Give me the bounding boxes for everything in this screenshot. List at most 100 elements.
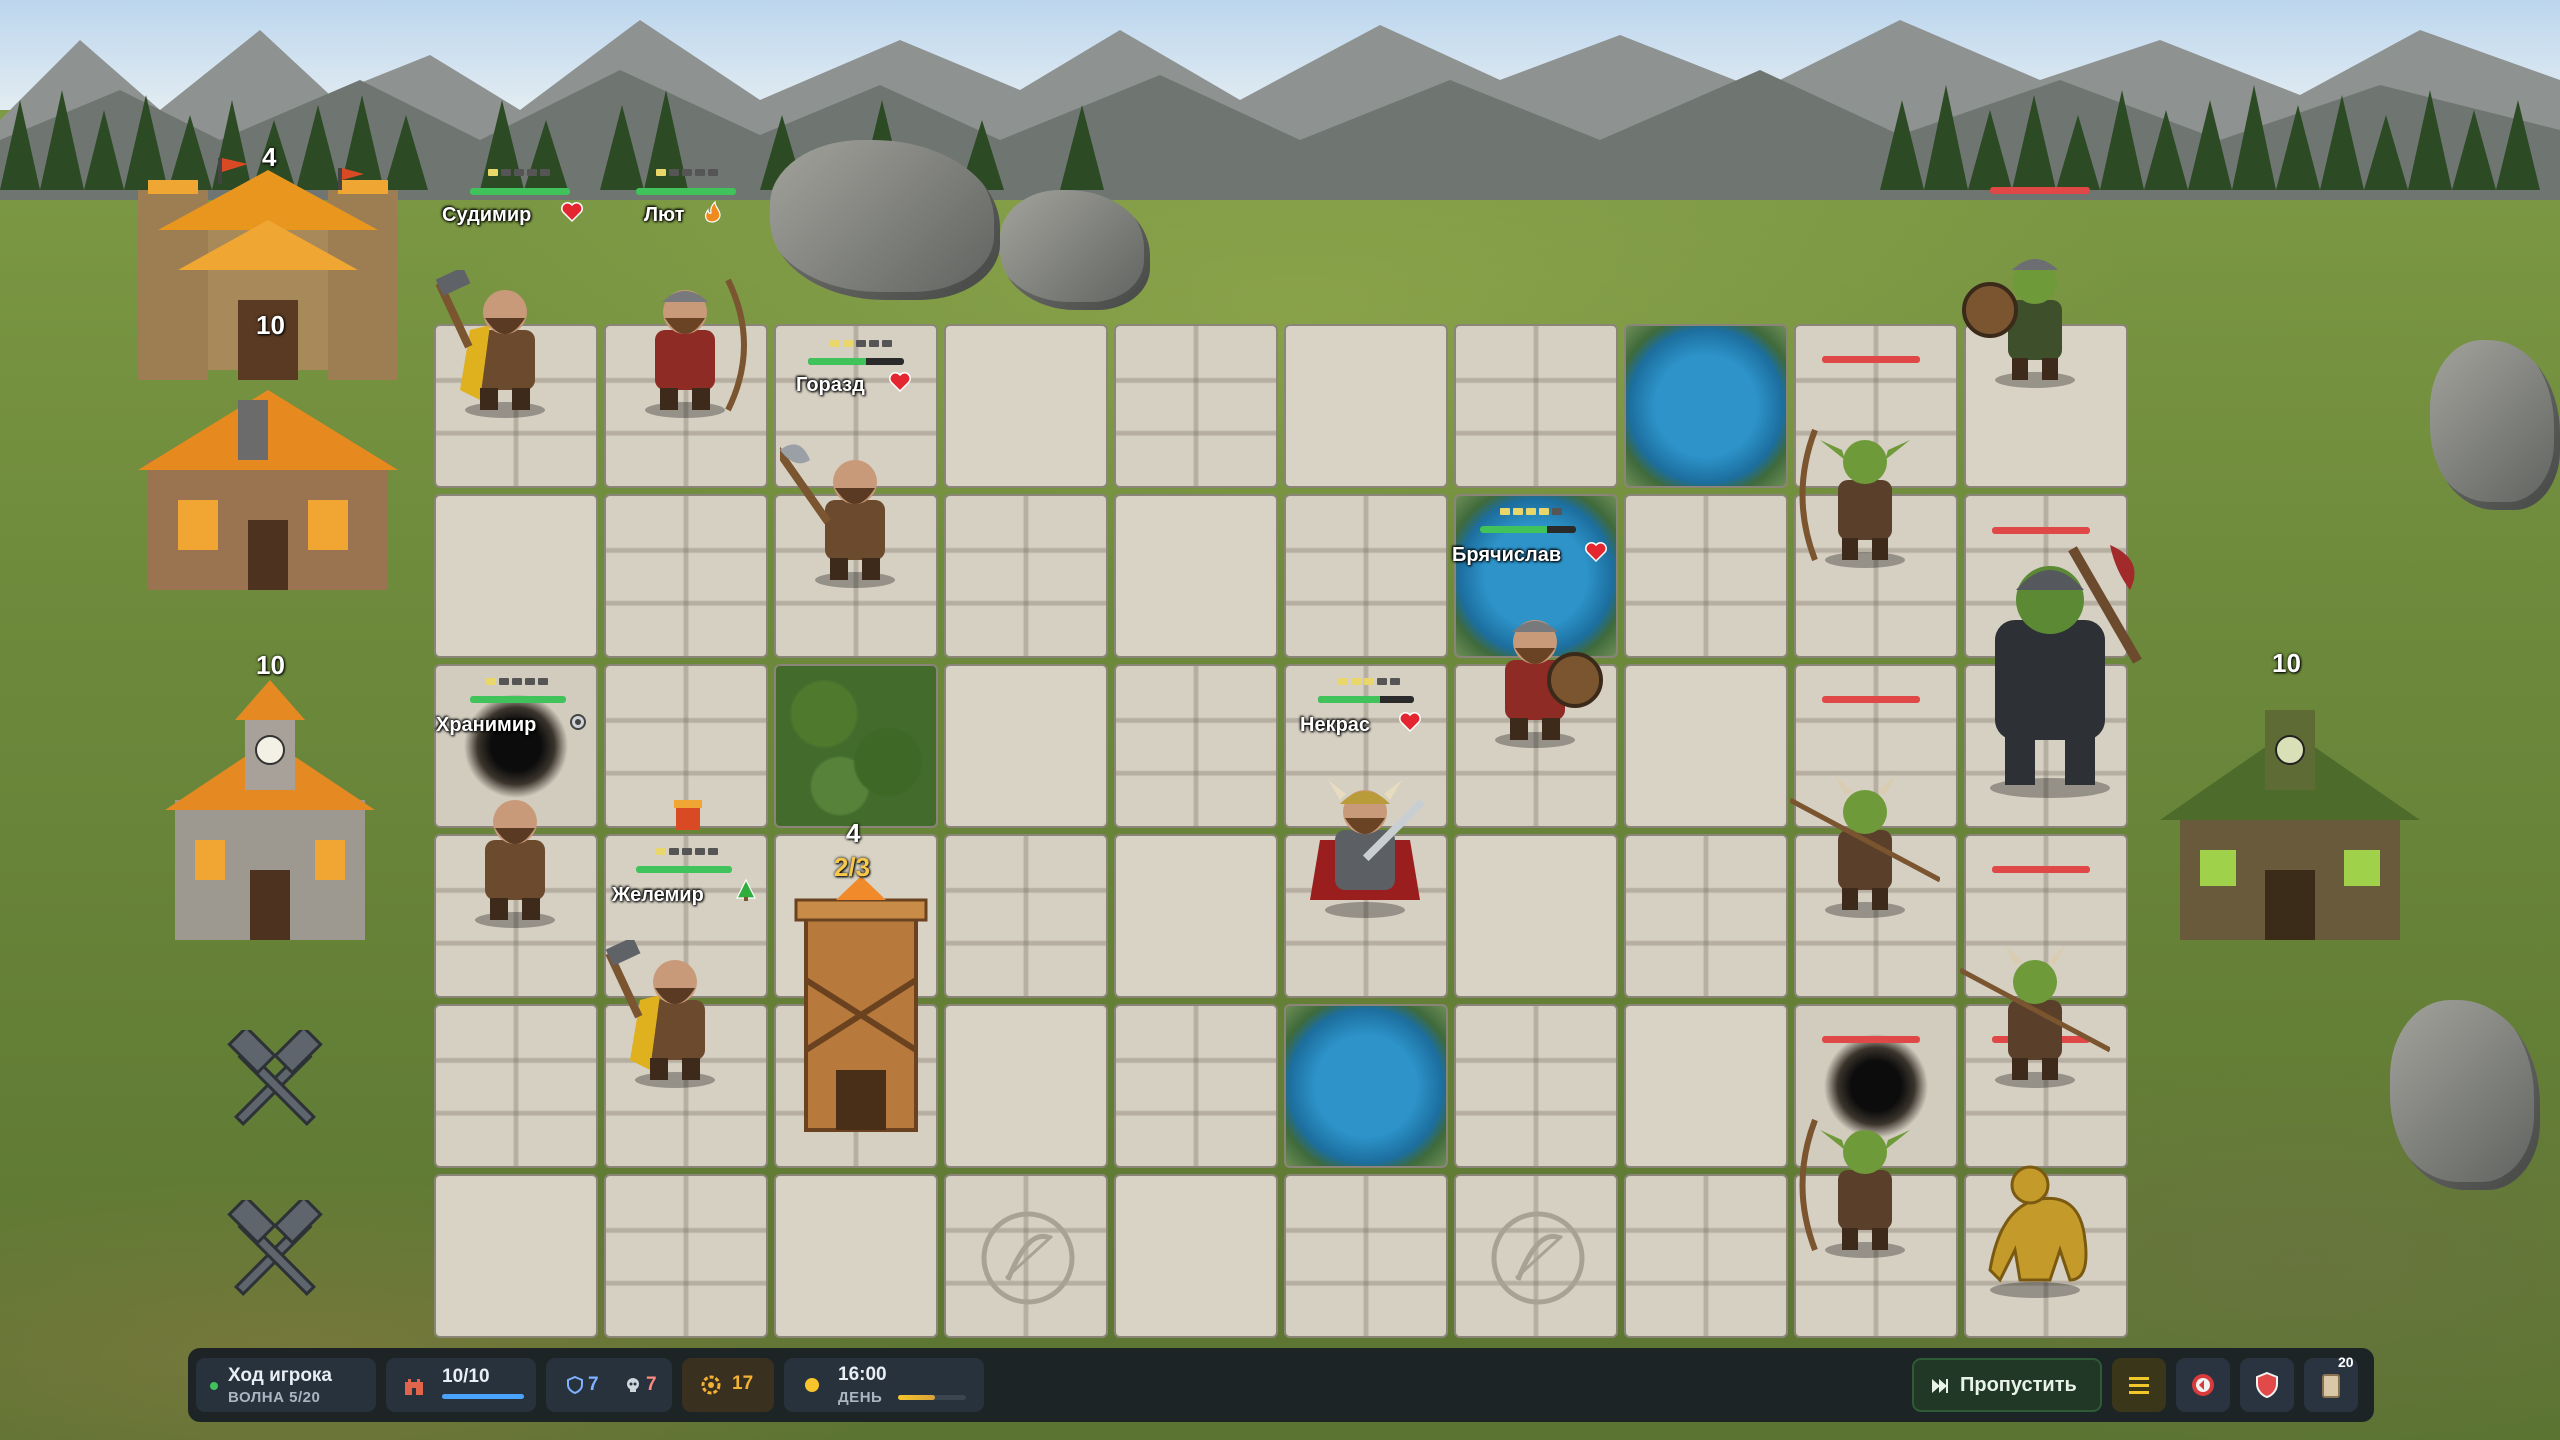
board-tile[interactable] <box>1114 664 1278 828</box>
board-tile[interactable] <box>944 834 1108 998</box>
goblin-archer-figure[interactable] <box>1790 1110 1940 1260</box>
dwarf-archer-figure <box>645 278 747 418</box>
action-pips <box>656 169 718 176</box>
forest-tile[interactable] <box>774 664 938 828</box>
surrender-button[interactable] <box>2176 1358 2230 1412</box>
water-tile[interactable] <box>1284 1004 1448 1168</box>
enemy-hut[interactable] <box>2140 690 2440 960</box>
action-pips <box>1338 678 1400 685</box>
board-tile[interactable] <box>944 1004 1108 1168</box>
enemy-hut-level: 10 <box>2272 648 2301 678</box>
bow-emblem-tile[interactable] <box>944 1174 1108 1338</box>
army-chip: 7 7 <box>546 1358 672 1412</box>
hp-bar <box>636 866 732 873</box>
action-pips <box>1500 508 1562 515</box>
gear-icon <box>570 714 586 730</box>
hp-bar <box>470 188 570 195</box>
water-tile[interactable] <box>1624 324 1788 488</box>
board-tile[interactable] <box>434 1004 598 1168</box>
enemy-hp-bar <box>1822 1036 1920 1043</box>
board-tile[interactable] <box>1114 834 1278 998</box>
board-tile[interactable] <box>604 494 768 658</box>
board-tile[interactable] <box>1454 1004 1618 1168</box>
menu-icon <box>2129 1377 2149 1394</box>
menu-button[interactable] <box>2112 1358 2166 1412</box>
unit-name: Некрас <box>1300 714 1371 736</box>
board-tile[interactable] <box>1284 324 1448 488</box>
board-tile[interactable] <box>1454 324 1618 488</box>
castle-icon <box>405 1379 423 1395</box>
board-tile[interactable] <box>1624 664 1788 828</box>
player-workshop[interactable] <box>118 360 418 610</box>
board-tile[interactable] <box>1454 834 1618 998</box>
action-pips <box>488 169 550 176</box>
wave-counter: ВОЛНА 5/20 <box>228 1389 321 1406</box>
day-progress-fill <box>898 1395 936 1400</box>
orc-brute-figure[interactable] <box>1950 540 2150 800</box>
build-marker-icon[interactable] <box>668 794 708 834</box>
cards-button[interactable]: 20 <box>2304 1354 2358 1412</box>
board-tile[interactable] <box>1284 1174 1448 1338</box>
unit-name: Брячислав <box>1452 544 1562 566</box>
action-pips <box>830 340 892 347</box>
surrender-icon <box>2192 1374 2214 1396</box>
bow-emblem-icon <box>1491 1211 1585 1305</box>
cards-count: 20 <box>2338 1354 2354 1370</box>
board-tile[interactable] <box>1114 1174 1278 1338</box>
goblin-archer-figure[interactable] <box>1790 420 1940 570</box>
board-tile[interactable] <box>434 494 598 658</box>
day-phase: ДЕНЬ <box>838 1389 883 1406</box>
population-count: 10/10 <box>442 1366 490 1387</box>
board-tile[interactable] <box>1624 1004 1788 1168</box>
board-tile[interactable] <box>944 324 1108 488</box>
watch-tower[interactable] <box>776 870 946 1140</box>
board-tile[interactable] <box>1114 324 1278 488</box>
board-tile[interactable] <box>944 494 1108 658</box>
crossed-hammers-icon[interactable] <box>220 1200 330 1310</box>
goblin-shield-figure[interactable] <box>1960 240 2110 390</box>
heart-icon <box>1399 712 1421 733</box>
dwarf-swordsman-figure <box>1310 780 1426 918</box>
board-tile[interactable] <box>1284 494 1448 658</box>
gold-chip: 17 <box>682 1358 774 1412</box>
defense-button[interactable] <box>2240 1358 2294 1412</box>
turn-title: Ход игрока <box>228 1365 332 1386</box>
fire-icon <box>705 200 721 223</box>
enemy-hp-bar <box>1992 866 2090 873</box>
unit-name: Судимир <box>442 204 532 226</box>
castle-level: 4 <box>262 142 277 172</box>
skip-label: Пропустить <box>1960 1374 2077 1396</box>
time-of-day: 16:00 <box>838 1364 887 1385</box>
ghoul-figure[interactable] <box>1960 1150 2110 1300</box>
board-tile[interactable] <box>1624 494 1788 658</box>
tower-level: 4 <box>846 818 861 848</box>
board-tile[interactable] <box>774 1174 938 1338</box>
bow-emblem-tile[interactable] <box>1454 1174 1618 1338</box>
board-tile[interactable] <box>1114 1004 1278 1168</box>
turn-indicator-dot <box>210 1382 218 1390</box>
enemy-hp-bar <box>1822 356 1920 363</box>
board-tile[interactable] <box>434 1174 598 1338</box>
unit-name: Лют <box>644 204 685 226</box>
skull-count: 7 <box>646 1374 657 1395</box>
board-tile[interactable] <box>1624 1174 1788 1338</box>
board-tile[interactable] <box>1624 834 1788 998</box>
board-tile[interactable] <box>944 664 1108 828</box>
skip-icon <box>1932 1379 1948 1393</box>
heart-icon <box>561 202 583 223</box>
board-tile[interactable] <box>1114 494 1278 658</box>
tree-icon <box>736 878 756 901</box>
hp-bar <box>636 188 736 195</box>
townhall-level: 10 <box>256 650 285 680</box>
goblin-spearman-figure[interactable] <box>1960 940 2110 1090</box>
population-bar <box>442 1394 524 1399</box>
dwarf-smith-figure <box>605 940 715 1088</box>
workshop-level: 10 <box>256 310 285 340</box>
player-townhall[interactable] <box>135 680 405 960</box>
goblin-spearman-figure[interactable] <box>1790 770 1940 920</box>
skull-icon <box>627 1378 639 1392</box>
crossed-hammers-icon[interactable] <box>220 1030 330 1140</box>
board-tile[interactable] <box>604 1174 768 1338</box>
hp-bar <box>1318 696 1414 703</box>
skip-button[interactable]: Пропустить <box>1912 1358 2102 1412</box>
